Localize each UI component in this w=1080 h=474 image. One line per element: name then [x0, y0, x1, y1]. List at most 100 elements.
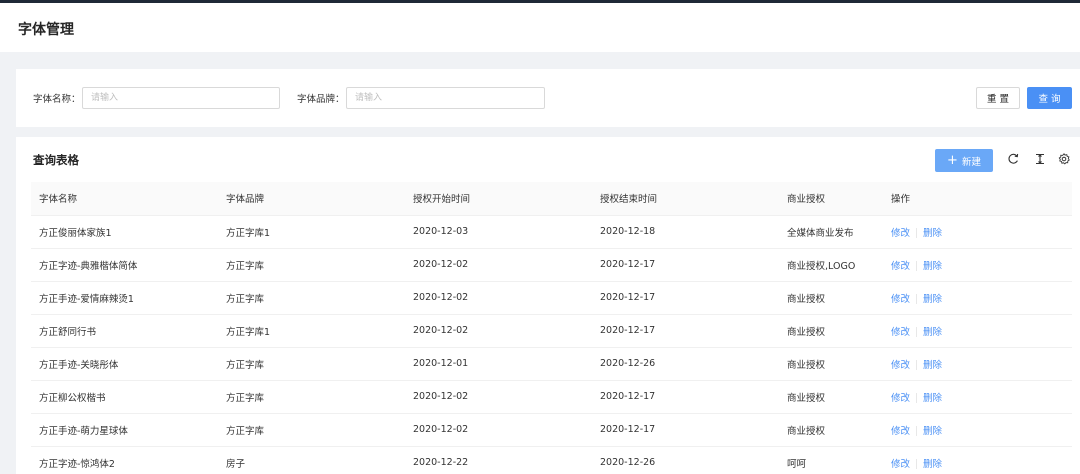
cell-license: 商业授权	[779, 281, 883, 315]
cell-actions: 修改 删除	[883, 215, 1072, 249]
cell-license: 呵呵	[779, 446, 883, 474]
cell-actions: 修改 删除	[883, 314, 1072, 348]
table-row: 方正舒同行书 方正字库1 2020-12-02 2020-12-17 商业授权 …	[31, 314, 1072, 348]
cell-brand: 方正字库	[218, 281, 405, 315]
table-title: 查询表格	[33, 153, 79, 167]
column-header-end: 授权结束时间	[592, 182, 779, 216]
column-header-actions: 操作	[883, 182, 1072, 216]
cell-start: 2020-12-02	[405, 248, 592, 282]
cell-license: 全媒体商业发布	[779, 215, 883, 249]
font-brand-label: 字体品牌：	[297, 94, 345, 105]
cell-brand: 方正字库1	[218, 314, 405, 348]
cell-end: 2020-12-26	[592, 347, 779, 381]
cell-start: 2020-12-22	[405, 446, 592, 474]
column-header-brand: 字体品牌	[218, 182, 405, 216]
cell-license: 商业授权	[779, 314, 883, 348]
table-row: 方正字迹-典雅楷体简体 方正字库 2020-12-02 2020-12-17 商…	[31, 248, 1072, 282]
page-title: 字体管理	[18, 22, 74, 38]
plus-icon: +	[947, 153, 958, 168]
delete-link[interactable]: 删除	[923, 261, 942, 272]
cell-actions: 修改 删除	[883, 413, 1072, 447]
cell-end: 2020-12-17	[592, 314, 779, 348]
delete-link[interactable]: 删除	[923, 360, 942, 371]
action-divider	[916, 294, 918, 304]
edit-link[interactable]: 修改	[891, 261, 910, 272]
cell-actions: 修改 删除	[883, 446, 1072, 474]
cell-brand: 房子	[218, 446, 405, 474]
cell-license: 商业授权	[779, 347, 883, 381]
cell-start: 2020-12-01	[405, 347, 592, 381]
action-divider	[916, 360, 918, 370]
cell-name: 方正手迹-萌力星球体	[31, 413, 218, 447]
action-divider	[916, 327, 918, 337]
cell-end: 2020-12-17	[592, 281, 779, 315]
cell-brand: 方正字库1	[218, 215, 405, 249]
cell-actions: 修改 删除	[883, 281, 1072, 315]
cell-brand: 方正字库	[218, 248, 405, 282]
cell-license: 商业授权,LOGO	[779, 248, 883, 282]
cell-end: 2020-12-17	[592, 380, 779, 414]
table-card: 查询表格 + 新建 字体名称 字体品牌 授权开始时间 授权结束时间 商业授权 操…	[16, 137, 1080, 474]
cell-actions: 修改 删除	[883, 248, 1072, 282]
cell-brand: 方正字库	[218, 347, 405, 381]
setting-icon[interactable]	[1057, 152, 1071, 166]
cell-brand: 方正字库	[218, 380, 405, 414]
cell-start: 2020-12-02	[405, 380, 592, 414]
action-divider	[916, 426, 918, 436]
query-button[interactable]: 查 询	[1027, 87, 1072, 109]
cell-actions: 修改 删除	[883, 347, 1072, 381]
reload-icon[interactable]	[1006, 152, 1020, 166]
column-header-name: 字体名称	[31, 182, 218, 216]
reset-button[interactable]: 重 置	[976, 87, 1020, 109]
column-header-license: 商业授权	[779, 182, 883, 216]
column-height-icon[interactable]	[1033, 152, 1047, 166]
cell-start: 2020-12-02	[405, 281, 592, 315]
table-row: 方正俊丽体家族1 方正字库1 2020-12-03 2020-12-18 全媒体…	[31, 215, 1072, 249]
table-row: 方正手迹-萌力星球体 方正字库 2020-12-02 2020-12-17 商业…	[31, 413, 1072, 447]
delete-link[interactable]: 删除	[923, 459, 942, 470]
cell-name: 方正手迹-关晓彤体	[31, 347, 218, 381]
edit-link[interactable]: 修改	[891, 426, 910, 437]
column-header-start: 授权开始时间	[405, 182, 592, 216]
cell-brand: 方正字库	[218, 413, 405, 447]
delete-link[interactable]: 删除	[923, 426, 942, 437]
edit-link[interactable]: 修改	[891, 393, 910, 404]
font-table: 字体名称 字体品牌 授权开始时间 授权结束时间 商业授权 操作 方正俊丽体家族1…	[31, 182, 1072, 474]
delete-link[interactable]: 删除	[923, 327, 942, 338]
cell-name: 方正俊丽体家族1	[31, 215, 218, 249]
table-row: 方正手迹-关晓彤体 方正字库 2020-12-01 2020-12-26 商业授…	[31, 347, 1072, 381]
edit-link[interactable]: 修改	[891, 459, 910, 470]
font-name-input[interactable]	[82, 87, 280, 109]
action-divider	[916, 459, 918, 469]
edit-link[interactable]: 修改	[891, 294, 910, 305]
edit-link[interactable]: 修改	[891, 360, 910, 371]
cell-name: 方正字迹-惊鸿体2	[31, 446, 218, 474]
cell-start: 2020-12-02	[405, 413, 592, 447]
cell-name: 方正手迹-爱情麻辣烫1	[31, 281, 218, 315]
table-row: 方正手迹-爱情麻辣烫1 方正字库 2020-12-02 2020-12-17 商…	[31, 281, 1072, 315]
delete-link[interactable]: 删除	[923, 228, 942, 239]
table-row: 方正柳公权楷书 方正字库 2020-12-02 2020-12-17 商业授权 …	[31, 380, 1072, 414]
action-divider	[916, 228, 918, 238]
page-header: 字体管理	[0, 3, 1080, 52]
action-divider	[916, 261, 918, 271]
cell-name: 方正字迹-典雅楷体简体	[31, 248, 218, 282]
edit-link[interactable]: 修改	[891, 327, 910, 338]
delete-link[interactable]: 删除	[923, 393, 942, 404]
font-brand-input[interactable]	[346, 87, 545, 109]
edit-link[interactable]: 修改	[891, 228, 910, 239]
delete-link[interactable]: 删除	[923, 294, 942, 305]
cell-end: 2020-12-26	[592, 446, 779, 474]
new-button-label: 新建	[961, 156, 981, 168]
cell-end: 2020-12-18	[592, 215, 779, 249]
cell-start: 2020-12-03	[405, 215, 592, 249]
cell-license: 商业授权	[779, 380, 883, 414]
cell-end: 2020-12-17	[592, 248, 779, 282]
cell-license: 商业授权	[779, 413, 883, 447]
cell-name: 方正舒同行书	[31, 314, 218, 348]
table-row: 方正字迹-惊鸿体2 房子 2020-12-22 2020-12-26 呵呵 修改…	[31, 446, 1072, 474]
font-name-label: 字体名称：	[33, 94, 81, 105]
cell-name: 方正柳公权楷书	[31, 380, 218, 414]
new-button[interactable]: + 新建	[935, 149, 993, 172]
cell-actions: 修改 删除	[883, 380, 1072, 414]
